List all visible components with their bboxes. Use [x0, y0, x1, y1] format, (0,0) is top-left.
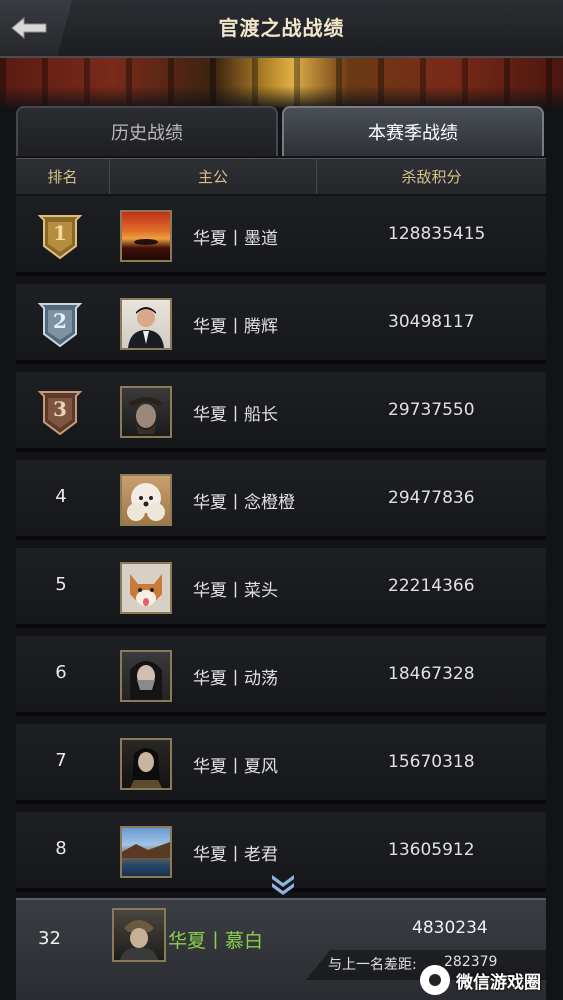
ranking-row[interactable]: 1 华夏丨墨道 128835415: [16, 196, 546, 276]
player-name: 华夏丨墨道: [193, 229, 278, 249]
shiba-avatar[interactable]: [120, 562, 172, 614]
kill-score: 29477836: [388, 488, 475, 508]
landscape-avatar[interactable]: [120, 826, 172, 878]
bronze-medal-icon: 3: [37, 390, 83, 436]
tab-history[interactable]: 历史战绩: [16, 106, 278, 156]
pirate-avatar[interactable]: [120, 386, 172, 438]
armored-general-avatar[interactable]: [112, 908, 166, 962]
scroll-down-icon[interactable]: [270, 872, 296, 896]
medal-rank: 3: [53, 397, 67, 421]
ranking-row[interactable]: 4 华夏丨念橙橙 29477836: [16, 460, 546, 540]
ranking-row[interactable]: 7 华夏丨夏风 15670318: [16, 724, 546, 804]
watermark: 微信游戏圈: [420, 962, 563, 998]
rank-number: 5: [55, 574, 67, 595]
ranking-list[interactable]: 1 华夏丨墨道 128835415 2 华夏丨腾辉 30498117 3 华夏丨…: [16, 196, 546, 896]
kill-score: 15670318: [388, 752, 475, 772]
tab-current-season[interactable]: 本赛季战绩: [282, 106, 544, 156]
player-name: 华夏丨腾辉: [193, 317, 278, 337]
ranking-row[interactable]: 3 华夏丨船长 29737550: [16, 372, 546, 452]
wechat-game-logo-icon: [420, 965, 450, 995]
top-bar: 官渡之战战绩: [0, 0, 563, 58]
rank-number: 8: [55, 838, 67, 859]
table-header: 排名 主公 杀敌积分: [16, 158, 546, 194]
column-header-score: 杀敌积分: [401, 168, 462, 186]
rank-number: 4: [55, 486, 67, 507]
kill-score: 18467328: [388, 664, 475, 684]
silver-medal-icon: 2: [37, 302, 83, 348]
rank-number: 7: [55, 750, 67, 771]
player-name: 华夏丨动荡: [193, 669, 278, 689]
kill-score: 22214366: [388, 576, 475, 596]
player-name: 华夏丨菜头: [193, 581, 278, 601]
ranking-row[interactable]: 5 华夏丨菜头 22214366: [16, 548, 546, 628]
medal-rank: 2: [53, 309, 67, 333]
warrior-avatar[interactable]: [120, 738, 172, 790]
my-player-name: 华夏丨慕白: [168, 930, 264, 952]
tab-bar: 历史战绩 本赛季战绩: [16, 106, 546, 158]
sunset-avatar[interactable]: [120, 210, 172, 262]
watermark-text: 微信游戏圈: [456, 972, 541, 993]
player-name: 华夏丨船长: [193, 405, 278, 425]
kill-score: 29737550: [388, 400, 475, 420]
player-name: 华夏丨念橙橙: [193, 493, 295, 513]
gap-label: 与上一名差距:: [328, 957, 417, 973]
page-title: 官渡之战战绩: [218, 16, 345, 40]
column-header-lord: 主公: [110, 159, 317, 194]
medal-rank: 1: [53, 221, 67, 245]
gold-medal-icon: 1: [37, 214, 83, 260]
player-name: 华夏丨夏风: [193, 757, 278, 777]
ranking-row[interactable]: 6 华夏丨动荡 18467328: [16, 636, 546, 716]
kill-score: 128835415: [388, 224, 486, 244]
ranking-row[interactable]: 2 华夏丨腾辉 30498117: [16, 284, 546, 364]
column-header-rank: 排名: [16, 159, 110, 194]
man-suit-avatar[interactable]: [120, 298, 172, 350]
kill-score: 13605912: [388, 840, 475, 860]
my-rank-number: 32: [38, 928, 61, 949]
kill-score: 30498117: [388, 312, 475, 332]
masked-girl-avatar[interactable]: [120, 650, 172, 702]
rank-number: 6: [55, 662, 67, 683]
player-name: 华夏丨老君: [193, 845, 278, 865]
my-kill-score: 4830234: [412, 918, 488, 938]
white-dog-avatar[interactable]: [120, 474, 172, 526]
